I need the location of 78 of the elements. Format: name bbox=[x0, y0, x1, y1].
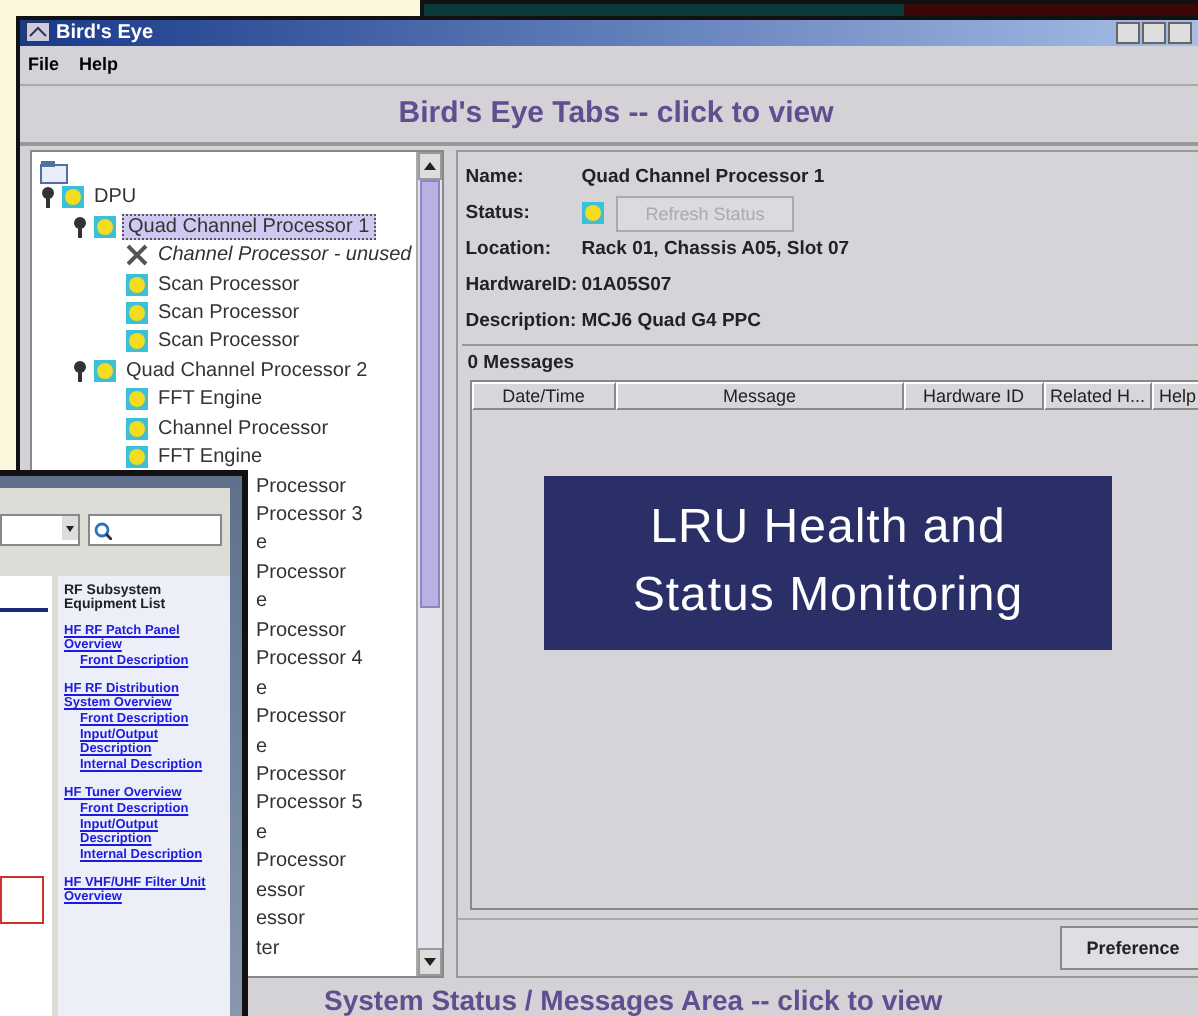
field-label: Description: bbox=[465, 310, 579, 333]
tabs-header[interactable]: Bird's Eye Tabs -- click to view bbox=[398, 96, 834, 131]
down-arrow-icon bbox=[423, 958, 436, 967]
cross-icon bbox=[126, 244, 148, 267]
maximize-button[interactable] bbox=[1142, 21, 1166, 44]
status-icon bbox=[126, 330, 148, 353]
window-title: Bird's Eye bbox=[56, 21, 154, 44]
app-icon bbox=[26, 22, 50, 43]
caption-box: LRU Health and Status Monitoring bbox=[544, 476, 1112, 650]
tree-item[interactable]: Scan Processor bbox=[154, 301, 304, 324]
field-value: 01A05S07 bbox=[581, 274, 672, 297]
tree-item[interactable]: e bbox=[256, 677, 268, 700]
expanded-handle-icon[interactable] bbox=[72, 359, 88, 382]
field-label: Location: bbox=[465, 238, 553, 261]
dropdown[interactable] bbox=[0, 514, 80, 546]
tree-item[interactable]: Scan Processor bbox=[154, 330, 304, 353]
messages-title: 0 Messages bbox=[465, 349, 577, 378]
tree-item[interactable]: Processor 4 bbox=[256, 648, 363, 671]
minimize-button[interactable] bbox=[1116, 21, 1140, 44]
tree-item[interactable]: DPU bbox=[90, 186, 141, 209]
tree-item[interactable]: ter bbox=[256, 937, 280, 960]
tree-item[interactable]: FFT Engine bbox=[154, 388, 267, 411]
tree-item[interactable]: essor bbox=[256, 908, 305, 931]
column-header[interactable]: Date/Time bbox=[471, 381, 616, 410]
status-icon bbox=[126, 446, 148, 469]
status-icon bbox=[62, 186, 84, 209]
status-icon bbox=[126, 417, 148, 440]
up-arrow-icon bbox=[423, 161, 436, 170]
menu-item[interactable]: File bbox=[28, 54, 60, 75]
tree-item[interactable]: Processor bbox=[256, 619, 347, 642]
tree-item[interactable]: Channel Processor bbox=[154, 417, 333, 440]
column-header[interactable]: Message bbox=[615, 381, 904, 410]
tree-item[interactable]: Processor 3 bbox=[256, 504, 363, 527]
preference-button[interactable]: Preference bbox=[1060, 926, 1198, 971]
status-icon bbox=[126, 388, 148, 411]
tree-item[interactable]: Quad Channel Processor 1 bbox=[122, 213, 376, 240]
tree-item[interactable]: e bbox=[256, 590, 268, 613]
tree-item[interactable]: Processor 5 bbox=[256, 792, 363, 815]
field-label: HardwareID: bbox=[465, 274, 580, 297]
tree-item[interactable]: Processor bbox=[256, 475, 347, 498]
expanded-handle-icon[interactable] bbox=[72, 215, 88, 238]
field-label: Name: bbox=[465, 166, 526, 189]
tree-item[interactable]: Processor bbox=[256, 850, 347, 873]
tree-item[interactable]: FFT Engine bbox=[154, 446, 267, 469]
menu-item[interactable]: Help bbox=[79, 54, 119, 75]
status-icon bbox=[94, 215, 116, 238]
tree-item[interactable]: Processor bbox=[256, 763, 347, 786]
caret-icon bbox=[62, 516, 78, 540]
tree-item[interactable]: essor bbox=[256, 879, 305, 902]
scroll-thumb[interactable] bbox=[419, 179, 440, 608]
column-header[interactable]: Related H... bbox=[1043, 381, 1152, 410]
rule-line bbox=[0, 608, 48, 612]
folder-icon bbox=[40, 159, 68, 184]
status-area-header[interactable]: System Status / Messages Area -- click to view bbox=[324, 984, 943, 1016]
expanded-handle-icon[interactable] bbox=[40, 186, 56, 209]
tree-item[interactable]: e bbox=[256, 532, 268, 555]
search-icon bbox=[94, 521, 112, 539]
field-value: MCJ6 Quad G4 PPC bbox=[581, 310, 761, 333]
tree-item[interactable]: Scan Processor bbox=[154, 273, 304, 296]
field-label: Status: bbox=[465, 202, 532, 225]
column-header[interactable]: Hardware ID bbox=[903, 381, 1044, 410]
close-button[interactable] bbox=[1168, 21, 1192, 44]
tree-item[interactable]: Quad Channel Processor 2 bbox=[122, 359, 372, 382]
status-icon bbox=[126, 301, 148, 324]
tree-item[interactable]: Processor bbox=[256, 561, 347, 584]
tree-item[interactable]: Channel Processor - unused bbox=[154, 244, 416, 267]
search-field[interactable] bbox=[88, 514, 222, 546]
scroll-up-button[interactable] bbox=[417, 151, 442, 180]
status-icon bbox=[94, 359, 116, 382]
field-value: Rack 01, Chassis A05, Slot 07 bbox=[581, 238, 850, 261]
status-icon bbox=[581, 202, 604, 225]
column-header[interactable]: Help bbox=[1151, 381, 1198, 410]
status-icon bbox=[126, 273, 148, 296]
tree-item[interactable]: e bbox=[256, 735, 268, 758]
tree-item[interactable]: e bbox=[256, 821, 268, 844]
tree-item[interactable]: Processor bbox=[256, 706, 347, 729]
field-value: Quad Channel Processor 1 bbox=[581, 166, 825, 189]
scroll-down-button[interactable] bbox=[417, 948, 442, 977]
